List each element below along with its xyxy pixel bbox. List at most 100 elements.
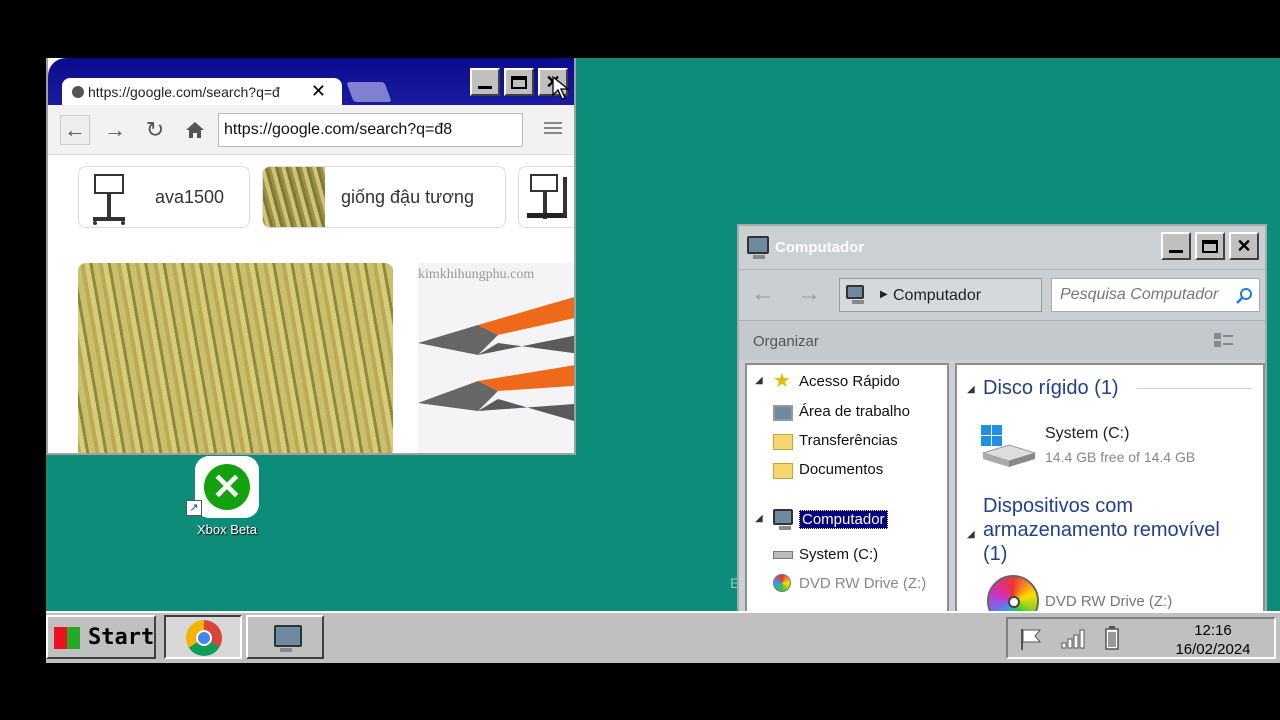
browser-toolbar: ← → ↻ https://google.com/search?q=đ8	[48, 105, 574, 155]
globe-icon	[72, 86, 84, 98]
view-options-icon[interactable]	[1213, 331, 1235, 349]
desktop-icon-label: Xbox Beta	[197, 522, 257, 537]
system-tray: 12:16 16/02/2024	[1006, 617, 1276, 659]
section-divider	[1137, 388, 1252, 389]
taskbar-button-browser[interactable]	[164, 615, 242, 659]
chip-label: giống đậu tương	[341, 187, 474, 207]
back-arrow-icon: ←	[64, 117, 86, 142]
home-icon	[186, 122, 204, 138]
explorer-titlebar[interactable]: Computador ✕	[739, 226, 1265, 270]
forward-arrow-icon[interactable]: →	[797, 280, 821, 308]
address-text: Computador	[893, 287, 982, 304]
battery-icon[interactable]	[1104, 625, 1120, 651]
search-chip[interactable]: giống đậu tương	[262, 166, 506, 228]
nav-item-downloads[interactable]: Transferências	[799, 432, 898, 449]
search-icon[interactable]	[1235, 287, 1253, 305]
search-input[interactable]: Pesquisa Computador	[1051, 278, 1260, 312]
nav-item-desktop[interactable]: Área de trabalho	[799, 403, 910, 420]
nav-item-quick-access[interactable]: Acesso Rápido	[799, 373, 900, 390]
browser-tab[interactable]: https://google.com/search?q=đ ✕	[62, 78, 342, 105]
chrome-icon	[186, 620, 222, 656]
hard-drive-icon	[773, 551, 793, 559]
tv-stand-image	[93, 174, 125, 225]
command-bar: Organizar	[739, 320, 1265, 360]
expand-triangle-icon[interactable]: ◢	[755, 375, 763, 386]
tab-title: https://google.com/search?q=đ	[88, 84, 280, 100]
minimize-icon	[478, 85, 492, 89]
dvd-icon	[773, 574, 791, 592]
removable-header-line3: (1)	[983, 543, 1008, 565]
hard-disk-header: Disco rígido (1)	[983, 377, 1119, 399]
minimize-button[interactable]	[1161, 232, 1191, 260]
computer-icon	[846, 285, 864, 304]
maximize-button[interactable]	[504, 68, 534, 96]
drive-space: 14.4 GB free of 14.4 GB	[1045, 449, 1196, 465]
address-bar[interactable]: https://google.com/search?q=đ8	[218, 113, 523, 147]
browser-titlebar[interactable]: https://google.com/search?q=đ ✕ ✕	[48, 58, 574, 105]
close-icon: ✕	[1236, 235, 1252, 256]
taskbar: Start 12:16 16/02/2024	[46, 611, 1280, 663]
chip-label: ava1500	[155, 187, 225, 207]
documents-folder-icon	[773, 463, 793, 479]
search-chip[interactable]: ava1500	[78, 166, 250, 228]
address-toolbar: ← → ▶ Computador Pesquisa Computador	[739, 270, 1265, 320]
xbox-icon: ✕	[195, 456, 259, 518]
taskbar-button-explorer[interactable]	[246, 615, 324, 659]
drive-item-system[interactable]: System (C:) 14.4 GB free of 14.4 GB	[979, 423, 1229, 471]
menu-icon[interactable]	[544, 119, 562, 139]
nav-item-computer[interactable]: Computador	[799, 510, 888, 529]
close-button[interactable]: ✕	[1229, 232, 1259, 260]
reload-icon: ↻	[145, 117, 165, 142]
soybean-field-image[interactable]	[78, 263, 393, 453]
signal-icon[interactable]	[1060, 627, 1088, 649]
dvd-name: DVD RW Drive (Z:)	[1045, 593, 1173, 610]
tab-close-icon[interactable]: ✕	[308, 81, 326, 102]
desktop-folder-icon	[773, 405, 793, 421]
home-button[interactable]	[180, 115, 210, 145]
explorer-window: Computador ✕ ← → ▶ Computador Pesquisa C…	[737, 224, 1267, 663]
window-title: Computador	[775, 239, 865, 256]
folder-icon	[773, 434, 793, 450]
computer-icon	[773, 509, 793, 530]
star-icon: ★	[773, 370, 791, 392]
chevron-right-icon: ▶	[880, 289, 888, 300]
pliers-drawing	[418, 297, 574, 421]
computer-icon	[274, 625, 302, 652]
reload-button[interactable]: ↻	[140, 115, 170, 145]
clock[interactable]: 12:16 16/02/2024	[1158, 621, 1268, 659]
nav-item-documents[interactable]: Documentos	[799, 461, 883, 478]
drive-name: System (C:)	[1045, 425, 1130, 442]
search-placeholder: Pesquisa Computador	[1060, 286, 1219, 303]
new-tab-button[interactable]	[346, 82, 392, 102]
pliers-image[interactable]: kimkhihungphu.com	[418, 263, 574, 453]
maximize-icon	[1202, 239, 1218, 253]
clock-time: 12:16	[1194, 622, 1232, 639]
collapse-triangle-icon[interactable]: ◢	[967, 384, 975, 395]
collapse-triangle-icon[interactable]: ◢	[967, 529, 975, 540]
minimize-icon	[1169, 249, 1183, 253]
desktop-icon-xbox[interactable]: ✕ ↗ Xbox Beta	[186, 456, 262, 537]
start-label: Start	[88, 625, 155, 650]
chip-thumbnail	[263, 167, 325, 227]
maximize-button[interactable]	[1195, 232, 1225, 260]
back-arrow-icon[interactable]: ←	[751, 280, 775, 308]
chip-thumbnail	[79, 167, 141, 227]
flag-icon[interactable]	[1018, 627, 1044, 651]
removable-header-line2: armazenamento removível	[983, 519, 1220, 541]
image-watermark: kimkhihungphu.com	[418, 267, 535, 282]
removable-header-line1: Dispositivos com	[983, 495, 1134, 517]
minimize-button[interactable]	[470, 68, 500, 96]
forward-button[interactable]: →	[100, 115, 130, 145]
tv-stand-image	[527, 174, 567, 219]
nav-item-dvd-drive[interactable]: DVD RW Drive (Z:)	[799, 575, 926, 592]
back-button[interactable]: ←	[60, 115, 90, 145]
expand-triangle-icon[interactable]: ◢	[755, 513, 763, 524]
shortcut-arrow-icon: ↗	[186, 500, 202, 516]
address-bar[interactable]: ▶ Computador	[839, 278, 1042, 312]
clock-date: 16/02/2024	[1175, 641, 1251, 658]
organize-button[interactable]: Organizar	[753, 333, 819, 350]
mouse-cursor-icon	[552, 76, 570, 100]
nav-item-system-drive[interactable]: System (C:)	[799, 546, 878, 563]
start-button[interactable]: Start	[46, 615, 156, 659]
search-chip[interactable]	[518, 166, 574, 228]
